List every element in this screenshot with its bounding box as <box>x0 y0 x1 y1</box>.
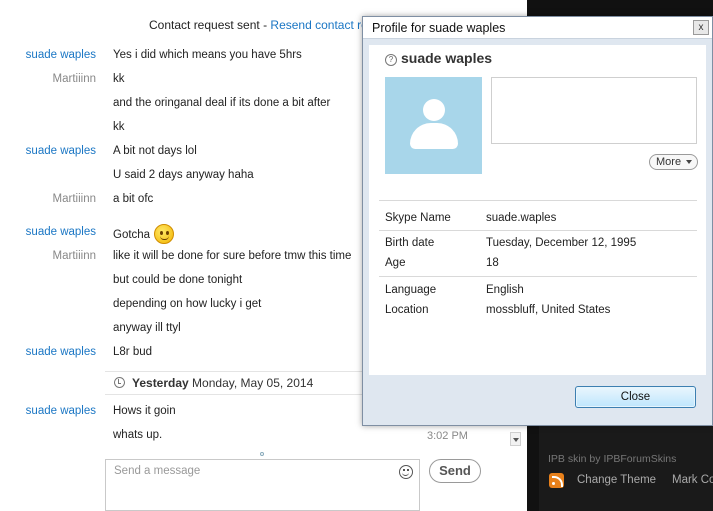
message-text: but could be done tonight <box>113 274 243 286</box>
field-value: mossbluff, United States <box>486 304 611 316</box>
divider <box>379 276 697 277</box>
message-text: anyway ill ttyl <box>113 322 181 334</box>
clock-icon <box>114 377 125 388</box>
default-avatar-body-icon <box>410 123 458 149</box>
message-text: a bit ofc <box>113 193 154 205</box>
mark-community-link[interactable]: Mark Co <box>672 474 713 486</box>
field-value: Tuesday, December 12, 1995 <box>486 237 637 249</box>
message-sender[interactable]: suade waples <box>26 405 96 417</box>
more-button[interactable]: More <box>649 154 698 170</box>
message-text-with-emoji: Gotcha <box>113 224 175 244</box>
mood-message-box <box>491 77 697 144</box>
profile-dialog: Profile for suade waples x ? suade waples… <box>362 16 713 426</box>
field-value: suade.waples <box>486 212 557 224</box>
message-text: kk <box>113 121 125 133</box>
profile-field-birth-date: Birth date Tuesday, December 12, 1995 <box>385 237 685 253</box>
change-theme-link[interactable]: Change Theme <box>577 474 656 486</box>
profile-field-skype-name: Skype Name suade.waples <box>385 212 685 228</box>
message-sender[interactable]: suade waples <box>26 346 96 358</box>
message-text: whats up. <box>113 429 163 441</box>
message-text: Hows it goin <box>113 405 176 417</box>
message-sender[interactable]: Martiiinn <box>53 193 96 205</box>
smiley-emoji-icon <box>154 224 175 244</box>
profile-body: ? suade waples More Skype Name suade.wapl… <box>369 45 706 375</box>
message-text: Yes i did which means you have 5hrs <box>113 49 302 61</box>
close-x-button[interactable]: x <box>693 20 709 35</box>
profile-field-location: Location mossbluff, United States <box>385 304 685 320</box>
message-sender[interactable]: Martiiinn <box>53 250 96 262</box>
message-text: depending on how lucky i get <box>113 298 262 310</box>
dialog-title: Profile for suade waples <box>372 21 506 35</box>
field-label: Birth date <box>385 237 435 249</box>
send-button[interactable]: Send <box>429 459 481 483</box>
day-separator-label: Yesterday Monday, May 05, 2014 <box>132 376 313 390</box>
message-text: like it will be done for sure before tmw… <box>113 250 352 262</box>
message-text: U said 2 days anyway haha <box>113 169 254 181</box>
message-timestamp: 3:02 PM <box>427 430 468 442</box>
divider <box>379 230 697 231</box>
composer-placeholder: Send a message <box>114 465 201 477</box>
more-label: More <box>656 156 682 168</box>
emoticon-picker-icon[interactable] <box>399 465 413 479</box>
avatar <box>385 77 482 174</box>
notice-text: Contact request sent - <box>149 18 271 32</box>
profile-name: suade waples <box>401 50 493 66</box>
message-sender[interactable]: Martiiinn <box>53 73 96 85</box>
field-value: 18 <box>486 257 499 269</box>
status-unknown-icon: ? <box>385 54 397 66</box>
field-value: English <box>486 284 524 296</box>
typing-indicator-icon <box>260 452 264 456</box>
close-button[interactable]: Close <box>575 386 696 408</box>
day-separator-date: Monday, May 05, 2014 <box>188 376 314 390</box>
divider <box>379 200 697 201</box>
contact-request-notice: Contact request sent - Resend contact re… <box>149 18 388 32</box>
profile-field-language: Language English <box>385 284 685 300</box>
field-label: Location <box>385 304 429 316</box>
message-text: A bit not days lol <box>113 145 197 157</box>
day-separator-bold: Yesterday <box>132 376 189 390</box>
rss-icon[interactable] <box>549 473 564 488</box>
default-avatar-head-icon <box>423 99 445 121</box>
scroll-down-arrow-icon[interactable] <box>510 432 521 446</box>
message-sender[interactable]: suade waples <box>26 145 96 157</box>
message-text: and the oringanal deal if its done a bit… <box>113 97 331 109</box>
message-text: Gotcha <box>113 229 151 241</box>
message-text: L8r bud <box>113 346 153 358</box>
message-text: kk <box>113 73 125 85</box>
message-row: whats up. <box>0 429 500 449</box>
message-composer[interactable]: Send a message <box>105 459 420 511</box>
profile-field-age: Age 18 <box>385 257 685 273</box>
skin-credit-link[interactable]: IPB skin by IPBForumSkins <box>548 453 676 465</box>
field-label: Age <box>385 257 406 269</box>
message-sender[interactable]: suade waples <box>26 226 96 238</box>
field-label: Language <box>385 284 437 296</box>
profile-name-row: ? suade waples <box>385 50 492 66</box>
field-label: Skype Name <box>385 212 451 224</box>
dialog-titlebar[interactable]: Profile for suade waples x <box>363 17 712 39</box>
chevron-down-icon <box>686 160 692 164</box>
message-sender[interactable]: suade waples <box>26 49 96 61</box>
